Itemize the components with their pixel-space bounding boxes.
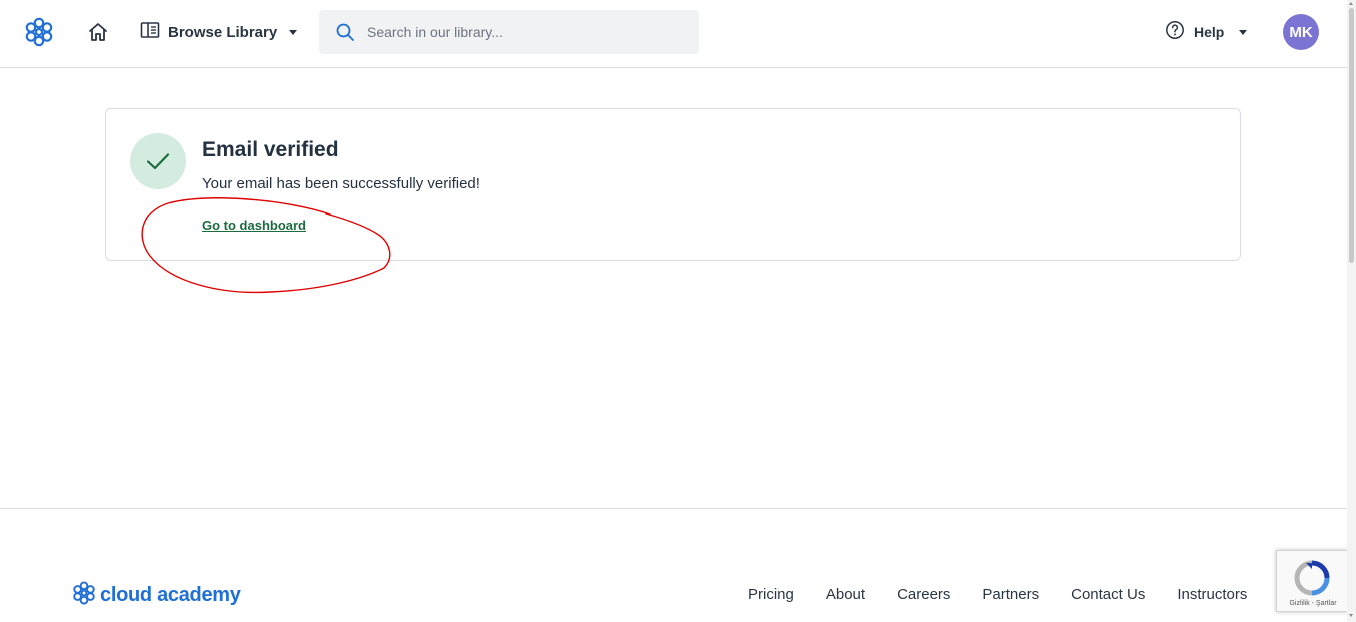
search-bar xyxy=(319,10,699,54)
cloud-academy-logo-icon xyxy=(72,581,96,610)
scroll-up-arrow-icon[interactable] xyxy=(1349,2,1353,5)
footer-link-pricing[interactable]: Pricing xyxy=(748,586,794,603)
recaptcha-badge[interactable]: Gizlilik - Şartlar xyxy=(1276,550,1348,612)
footer-brand-name: cloud academy xyxy=(100,584,241,606)
help-button[interactable]: Help xyxy=(1165,20,1248,45)
user-avatar[interactable]: MK xyxy=(1283,14,1319,50)
footer-link-about[interactable]: About xyxy=(826,586,865,603)
scroll-down-arrow-icon[interactable] xyxy=(1349,614,1353,617)
library-icon xyxy=(140,21,160,44)
footer-link-contact-us[interactable]: Contact Us xyxy=(1071,586,1145,603)
footer-divider xyxy=(0,508,1347,509)
help-label: Help xyxy=(1194,24,1225,40)
card-message: Your email has been successfully verifie… xyxy=(202,175,480,192)
recaptcha-terms[interactable]: Gizlilik - Şartlar xyxy=(1277,600,1349,607)
top-navigation: Browse Library Help MK xyxy=(0,0,1347,68)
browse-library-label: Browse Library xyxy=(168,23,278,41)
checkmark-icon xyxy=(146,153,170,170)
home-icon[interactable] xyxy=(86,20,110,44)
email-verified-card: Email verified Your email has been succe… xyxy=(105,108,1241,261)
cloud-academy-logo-icon[interactable] xyxy=(24,17,54,47)
recaptcha-icon xyxy=(1293,559,1331,597)
success-badge xyxy=(130,133,186,189)
page-scrollbar[interactable] xyxy=(1347,0,1356,622)
search-icon xyxy=(335,22,355,42)
footer-link-instructors[interactable]: Instructors xyxy=(1177,586,1247,603)
help-icon xyxy=(1165,20,1185,45)
red-circle-annotation xyxy=(141,197,391,294)
search-input[interactable] xyxy=(367,10,687,54)
browse-library-button[interactable]: Browse Library xyxy=(140,20,298,44)
footer-links: Pricing About Careers Partners Contact U… xyxy=(748,586,1247,603)
footer-link-partners[interactable]: Partners xyxy=(982,586,1039,603)
chevron-down-icon xyxy=(289,29,298,35)
chevron-down-icon xyxy=(1239,29,1248,35)
card-title: Email verified xyxy=(202,138,339,161)
footer-logo[interactable]: cloud academy xyxy=(72,581,241,610)
footer-link-careers[interactable]: Careers xyxy=(897,586,950,603)
scrollbar-thumb[interactable] xyxy=(1349,8,1354,263)
go-to-dashboard-link[interactable]: Go to dashboard xyxy=(202,218,306,233)
